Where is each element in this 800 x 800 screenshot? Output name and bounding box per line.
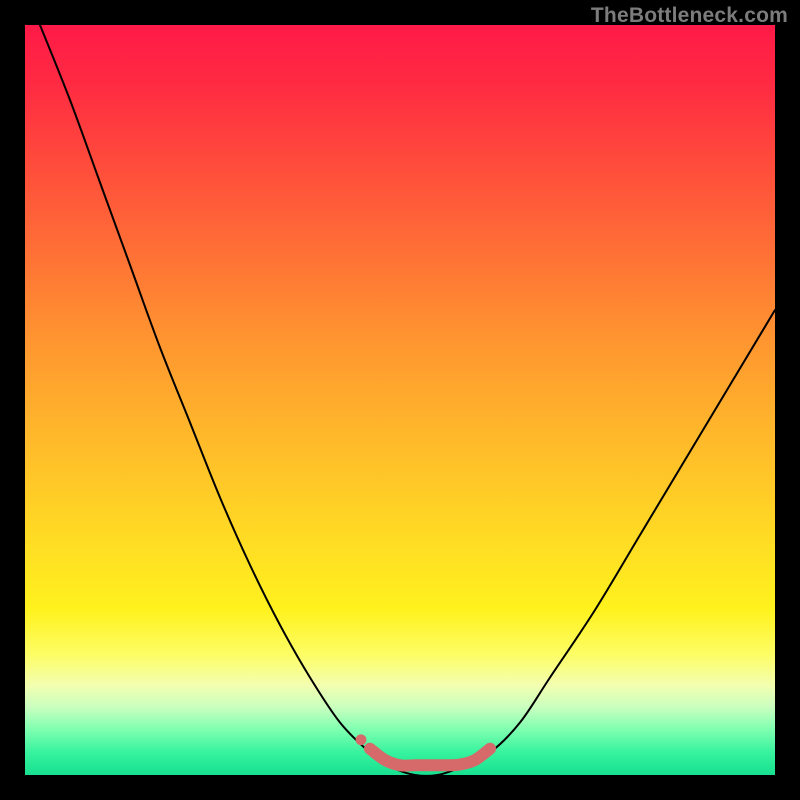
bottleneck-curve: [40, 25, 775, 776]
chart-frame: TheBottleneck.com: [0, 0, 800, 800]
chart-svg: [25, 25, 775, 775]
sweet-spot-marker: [356, 734, 490, 765]
